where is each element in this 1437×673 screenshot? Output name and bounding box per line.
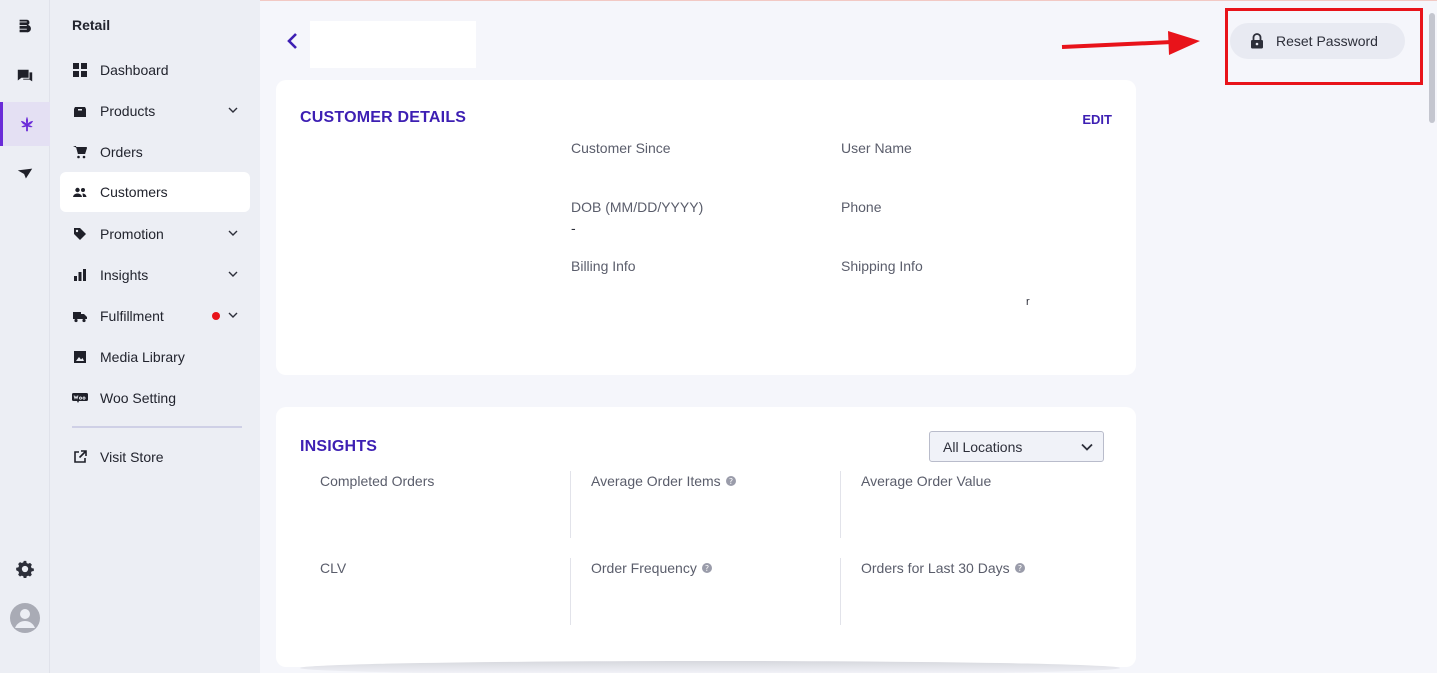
annotation-arrow xyxy=(1061,31,1200,55)
scrollbar[interactable] xyxy=(1429,13,1435,123)
metric-label: CLV xyxy=(320,560,347,576)
svg-text:?: ? xyxy=(729,477,733,486)
sidebar-item-orders[interactable]: Orders xyxy=(60,132,250,172)
icon-rail xyxy=(0,0,50,673)
sidebar-item-label: Insights xyxy=(100,267,149,283)
sidebar-item-label: Fulfillment xyxy=(100,308,164,324)
tag-icon xyxy=(72,226,88,242)
billing-info-label: Billing Info xyxy=(571,258,636,274)
metric-average-order-value: Average Order Value xyxy=(840,471,1110,538)
help-icon[interactable]: ? xyxy=(725,476,736,486)
chevron-down-icon[interactable] xyxy=(228,105,238,115)
dob-label: DOB (MM/DD/YYYY) xyxy=(571,199,704,215)
image-icon xyxy=(72,349,88,365)
metric-label: Average Order Value xyxy=(861,473,992,489)
box-icon xyxy=(72,103,88,119)
sidebar-item-label: Visit Store xyxy=(100,449,164,465)
users-icon xyxy=(72,184,88,200)
metric-orders-last-30-days: Orders for Last 30 Days ? xyxy=(840,558,1110,625)
chevron-down-icon xyxy=(1081,443,1093,451)
customer-since-label: Customer Since xyxy=(571,140,671,156)
sidebar-item-label: Products xyxy=(100,103,156,119)
sidebar-item-label: Customers xyxy=(100,184,168,200)
customer-name-header xyxy=(310,21,476,68)
sidebar-item-visit-store[interactable]: Visit Store xyxy=(60,437,250,477)
customer-details-title: CUSTOMER DETAILS xyxy=(300,109,467,126)
sidebar-divider xyxy=(72,426,242,428)
edit-button[interactable]: EDIT xyxy=(1082,112,1112,127)
metric-completed-orders: Completed Orders xyxy=(300,471,570,538)
metric-label: Order Frequency xyxy=(591,560,697,576)
truck-icon xyxy=(72,308,88,324)
help-icon[interactable]: ? xyxy=(701,563,712,573)
sidebar-item-promotion[interactable]: Promotion xyxy=(60,214,250,254)
gear-icon[interactable] xyxy=(0,547,50,591)
sidebar-item-fulfillment[interactable]: Fulfillment xyxy=(60,296,250,336)
avatar[interactable] xyxy=(0,596,50,640)
sidebar-item-dashboard[interactable]: Dashboard xyxy=(60,50,250,90)
sidebar-title: Retail xyxy=(72,17,111,33)
metric-average-order-items: Average Order Items ? xyxy=(570,471,840,538)
metric-label: Average Order Items xyxy=(591,473,721,489)
chevron-down-icon[interactable] xyxy=(228,310,238,320)
sidebar-item-label: Media Library xyxy=(100,349,185,365)
sidebar-item-customers[interactable]: Customers xyxy=(60,172,250,212)
svg-text:?: ? xyxy=(705,564,709,573)
main-content: Reset Password CUSTOMER DETAILS EDIT Cus… xyxy=(260,0,1437,673)
svg-text:?: ? xyxy=(1018,564,1022,573)
sidebar-item-label: Promotion xyxy=(100,226,164,242)
user-name-label: User Name xyxy=(841,140,912,156)
bar-chart-icon xyxy=(72,267,88,283)
shipping-info-label: Shipping Info xyxy=(841,258,923,274)
cart-icon xyxy=(72,144,88,160)
sidebar: Retail Dashboard Products Orders Custome… xyxy=(50,0,260,673)
chat-icon[interactable] xyxy=(0,54,50,98)
metric-label: Orders for Last 30 Days xyxy=(861,560,1010,576)
sidebar-item-label: Woo Setting xyxy=(100,390,177,406)
woo-icon xyxy=(72,390,88,406)
external-link-icon xyxy=(72,449,88,465)
next-card-shadow xyxy=(300,661,1120,673)
metric-label: Completed Orders xyxy=(320,473,435,489)
chevron-down-icon[interactable] xyxy=(228,269,238,279)
dashboard-icon xyxy=(72,62,88,78)
shipping-info-value: r xyxy=(1026,296,1030,308)
metric-clv: CLV xyxy=(300,558,570,625)
customer-details-card: CUSTOMER DETAILS EDIT Customer Since Use… xyxy=(276,80,1136,375)
back-chevron-icon[interactable] xyxy=(284,31,302,51)
sidebar-item-products[interactable]: Products xyxy=(60,91,250,131)
sidebar-item-media-library[interactable]: Media Library xyxy=(60,337,250,377)
chevron-down-icon[interactable] xyxy=(228,228,238,238)
insights-title: INSIGHTS xyxy=(300,438,378,455)
cannabis-leaf-icon[interactable] xyxy=(0,102,50,146)
sidebar-item-label: Orders xyxy=(100,144,143,160)
sidebar-item-woo-setting[interactable]: Woo Setting xyxy=(60,378,250,418)
brand-logo-icon[interactable] xyxy=(0,4,50,48)
location-select[interactable]: All Locations xyxy=(929,431,1104,462)
dob-value: - xyxy=(571,220,576,236)
sidebar-item-insights[interactable]: Insights xyxy=(60,255,250,295)
metric-order-frequency: Order Frequency ? xyxy=(570,558,840,625)
annotation-highlight-box xyxy=(1225,8,1423,85)
paper-plane-icon[interactable] xyxy=(0,152,50,196)
notification-dot xyxy=(212,312,220,320)
sidebar-item-label: Dashboard xyxy=(100,62,169,78)
help-icon[interactable]: ? xyxy=(1014,563,1025,573)
location-select-value: All Locations xyxy=(943,438,1023,455)
phone-label: Phone xyxy=(841,199,882,215)
insights-card: INSIGHTS All Locations Completed Orders … xyxy=(276,407,1136,667)
